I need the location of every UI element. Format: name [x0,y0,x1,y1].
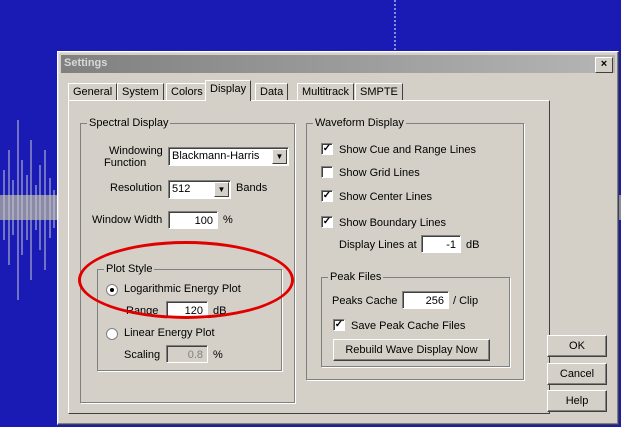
scaling-label: Scaling [124,349,161,361]
show-boundary-label: Show Boundary Lines [339,217,447,229]
red-annotation-circle [78,241,294,319]
windowing-label: Windowing [109,145,163,157]
function-label: Function [104,157,147,169]
display-lines-unit: dB [466,239,480,251]
scaling-input: 0.8 [166,345,208,363]
tab-data[interactable]: Data [255,83,289,101]
chevron-down-icon: ▼ [214,182,229,197]
waveform-display-legend: Waveform Display [313,117,406,129]
show-cue-label: Show Cue and Range Lines [339,144,476,156]
window-width-label: Window Width [92,214,163,226]
close-icon: × [600,58,608,70]
save-peak-cache-checkbox[interactable]: ✓ [333,319,345,331]
chevron-down-icon: ▼ [272,149,287,164]
resolution-value: 512 [172,183,191,195]
spectral-display-legend: Spectral Display [87,117,171,129]
show-boundary-checkbox[interactable]: ✓ [321,216,333,228]
peak-files-legend: Peak Files [328,271,384,283]
linear-energy-label: Linear Energy Plot [124,327,215,339]
tab-general[interactable]: General [68,83,118,101]
close-button[interactable]: × [595,57,613,73]
cancel-button[interactable]: Cancel [547,363,607,385]
peaks-cache-label: Peaks Cache [332,295,398,307]
display-lines-input[interactable]: -1 [421,235,461,253]
show-center-label: Show Center Lines [339,191,432,203]
peaks-cache-input[interactable]: 256 [402,291,449,309]
window-width-input[interactable]: 100 [168,211,218,229]
save-peak-cache-label: Save Peak Cache Files [351,320,466,332]
display-lines-label: Display Lines at [339,239,417,251]
windowing-function-value: Blackmann-Harris [172,150,260,162]
show-center-checkbox[interactable]: ✓ [321,190,333,202]
tab-smpte[interactable]: SMPTE [355,83,403,101]
windowing-function-select[interactable]: Blackmann-Harris ▼ [168,147,289,166]
help-button[interactable]: Help [547,390,607,412]
settings-dialog: Settings × General System Colors Display… [57,51,619,425]
ok-button[interactable]: OK [547,335,607,357]
dialog-title: Settings [64,57,108,69]
title-bar: Settings × [61,55,615,73]
peaks-cache-unit: / Clip [453,295,479,307]
rebuild-wave-display-button[interactable]: Rebuild Wave Display Now [333,339,490,361]
scaling-unit: % [213,349,223,361]
show-grid-checkbox[interactable] [321,166,333,178]
tab-system[interactable]: System [117,83,164,101]
resolution-select[interactable]: 512 ▼ [168,180,231,199]
window-width-unit: % [223,214,233,226]
tab-display[interactable]: Display [205,80,252,101]
peak-files-group: Peak Files Peaks Cache 256 / Clip ✓ Save… [321,271,510,367]
tab-colors[interactable]: Colors [166,83,208,101]
linear-energy-radio[interactable] [106,328,118,340]
resolution-label: Resolution [110,182,162,194]
waveform-display-group: Waveform Display ✓ Show Cue and Range Li… [306,117,524,380]
show-cue-checkbox[interactable]: ✓ [321,143,333,155]
resolution-unit: Bands [236,182,268,194]
show-grid-label: Show Grid Lines [339,167,420,179]
tab-multitrack[interactable]: Multitrack [297,83,355,101]
